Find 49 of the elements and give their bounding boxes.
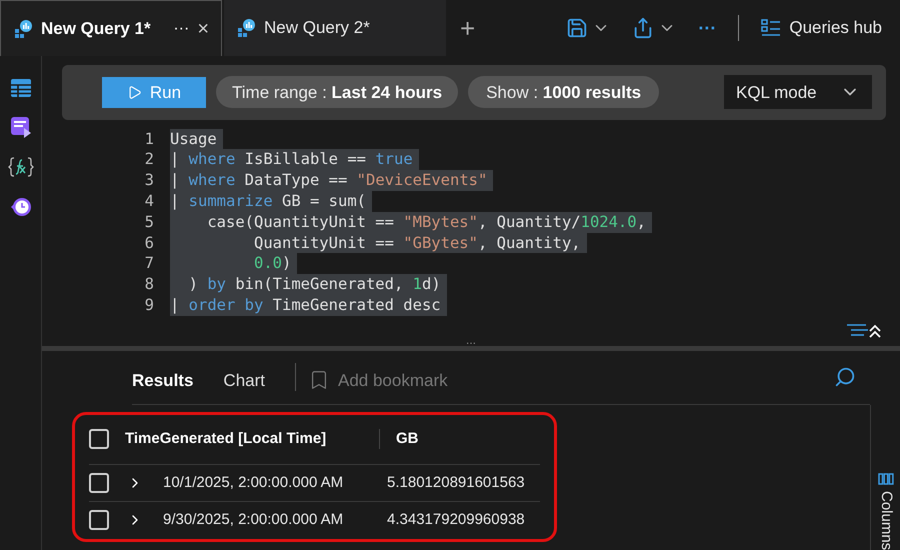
mode-dropdown[interactable]: KQL mode bbox=[724, 75, 872, 110]
add-tab-button[interactable]: + bbox=[460, 8, 476, 48]
show-results-button[interactable]: Show : 1000 results bbox=[468, 76, 660, 108]
checkbox[interactable] bbox=[89, 472, 109, 493]
table-cell-text: 4.343179209960938 bbox=[387, 510, 525, 530]
line-number: 3 bbox=[144, 170, 154, 191]
results-tab[interactable]: Chart bbox=[223, 362, 265, 394]
search-icon[interactable] bbox=[834, 366, 856, 388]
line-number: 7 bbox=[144, 253, 154, 274]
more-button[interactable]: ··· bbox=[173, 16, 190, 40]
function-icon[interactable] bbox=[8, 156, 34, 178]
table-cell-text: 10/1/2025, 2:00:00.000 AM bbox=[163, 472, 344, 493]
time-range-button[interactable]: Time range : Last 24 hours bbox=[216, 76, 458, 108]
line-number: 8 bbox=[144, 274, 154, 295]
columns-panel-button[interactable]: Columns bbox=[870, 404, 900, 550]
tab-label: New Query 1* bbox=[41, 18, 151, 40]
close-button[interactable]: × bbox=[197, 14, 209, 44]
table-cell-text: 5.180120891601563 bbox=[387, 472, 525, 493]
save-icon bbox=[566, 17, 588, 39]
line-number: 6 bbox=[144, 232, 154, 254]
line-number: 2 bbox=[144, 149, 154, 170]
tab-label: New Query 2* bbox=[264, 17, 370, 40]
column-header[interactable]: GB bbox=[396, 428, 418, 451]
add-bookmark-button[interactable]: Add bookmark bbox=[308, 362, 448, 394]
checkbox[interactable] bbox=[89, 429, 109, 450]
chart-icon bbox=[13, 18, 33, 38]
line-number: 1 bbox=[144, 128, 154, 150]
query-tab[interactable]: New Query 2* bbox=[224, 0, 446, 56]
format-icon[interactable] bbox=[846, 322, 882, 340]
query-tab[interactable]: New Query 1* ··· × bbox=[0, 0, 222, 56]
share-icon bbox=[632, 17, 654, 39]
results-tab[interactable]: Results bbox=[132, 362, 194, 394]
queries-hub-button[interactable]: Queries hub bbox=[761, 15, 882, 41]
list-icon bbox=[761, 19, 782, 37]
line-number: 4 bbox=[144, 190, 154, 212]
columns-icon bbox=[878, 472, 894, 485]
table-cell-text: 9/30/2025, 2:00:00.000 AM bbox=[163, 510, 344, 530]
line-number: 5 bbox=[144, 212, 154, 233]
column-header[interactable]: TimeGenerated [Local Time] bbox=[125, 428, 363, 451]
document-icon[interactable] bbox=[10, 116, 32, 138]
play-icon bbox=[126, 84, 142, 100]
more-button[interactable]: ··· bbox=[698, 14, 716, 42]
checkbox[interactable] bbox=[89, 510, 109, 530]
clock-icon[interactable] bbox=[10, 196, 32, 218]
line-number: 9 bbox=[144, 294, 154, 316]
chart-icon bbox=[236, 18, 256, 38]
table-icon[interactable] bbox=[10, 78, 32, 98]
splitter-handle[interactable]: ··· bbox=[466, 339, 476, 350]
columns-label: Columns bbox=[876, 490, 896, 550]
